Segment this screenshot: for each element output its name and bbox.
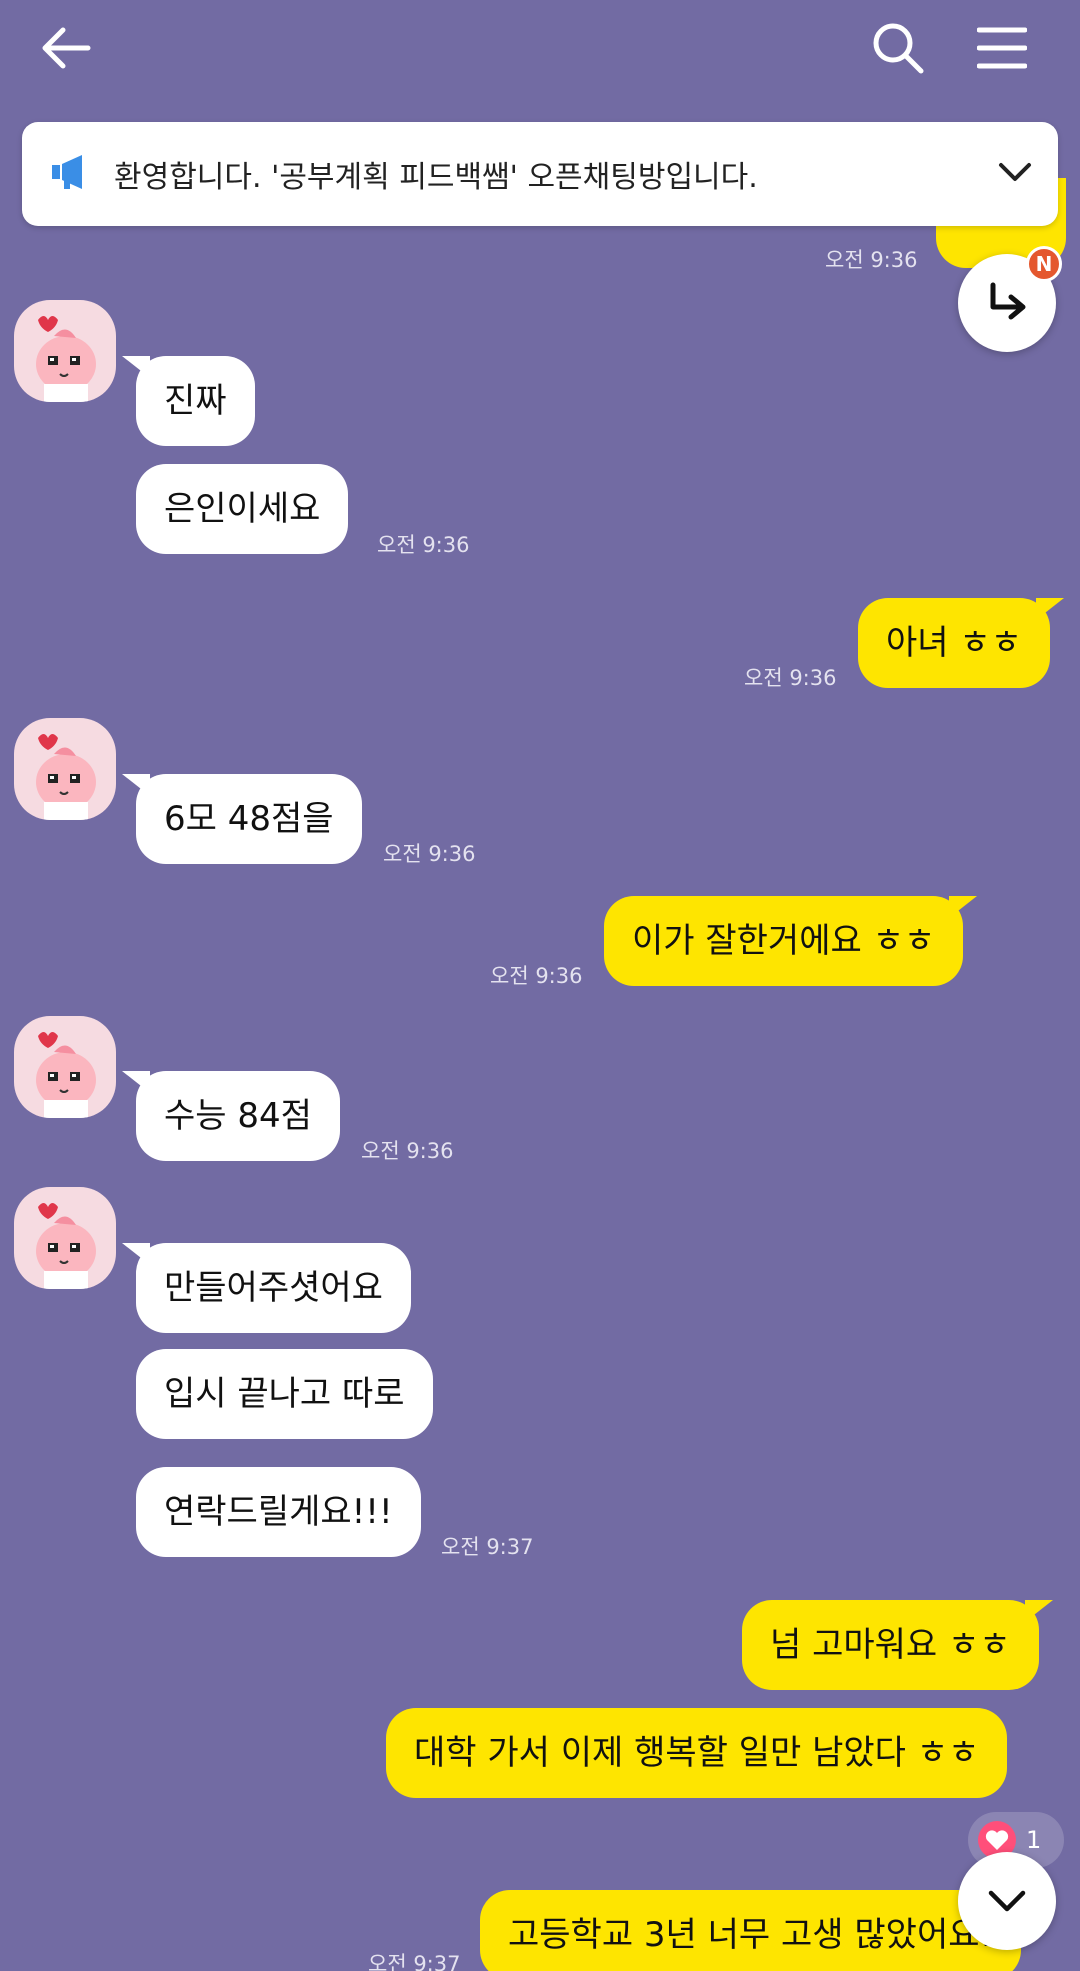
avatar[interactable] [14, 1016, 116, 1118]
message-bubble-in[interactable]: 수능 84점 [122, 1071, 340, 1161]
message-bubble-out[interactable]: 고등학교 3년 너무 고생 많았어요! [480, 1890, 1036, 1971]
message-text: 입시 끝나고 따로 [164, 1374, 405, 1414]
message-bubble-out[interactable]: 대학 가서 이제 행복할 일만 남았다 ㅎㅎ [386, 1708, 1008, 1798]
bubble-tail [122, 1071, 150, 1093]
message-time: 오전 9:36 [377, 533, 470, 557]
forward-button[interactable]: N [958, 246, 1062, 352]
message-time: 오전 9:37 [441, 1535, 534, 1559]
avatar[interactable] [14, 300, 116, 402]
search-icon[interactable] [868, 18, 928, 78]
bubble-tail [122, 774, 150, 796]
menu-icon[interactable] [972, 18, 1032, 78]
message-bubble-in[interactable]: 입시 끝나고 따로 [136, 1349, 433, 1439]
message-text: 6모 48점을 [164, 799, 334, 839]
message-bubble-out[interactable]: 아녀 ㅎㅎ [858, 598, 1064, 688]
avatar[interactable] [14, 1187, 116, 1289]
message-bubble-in[interactable]: 진짜 [122, 356, 255, 446]
message-text: 넘 고마워요 ㅎㅎ [770, 1625, 1011, 1665]
notice-text: 환영합니다. '공부계획 피드백쌤' 오픈채팅방입니다. [114, 160, 758, 195]
message-text: 대학 가서 이제 행복할 일만 남았다 ㅎㅎ [414, 1733, 980, 1773]
message-text: 이가 잘한거에요 ㅎㅎ [632, 921, 936, 961]
message-time: 오전 9:36 [383, 842, 476, 866]
message-text: 연락드릴게요!!! [164, 1492, 393, 1532]
top-bar [0, 0, 1080, 110]
notice-banner[interactable]: 환영합니다. '공부계획 피드백쌤' 오픈채팅방입니다. [22, 122, 1058, 226]
message-bubble-in[interactable]: 연락드릴게요!!! [136, 1467, 421, 1557]
message-time: 오전 9:37 [368, 1952, 461, 1971]
megaphone-icon [50, 153, 90, 195]
message-bubble-in[interactable]: 만들어주셧어요 [122, 1243, 411, 1333]
message-time: 오전 9:36 [744, 666, 837, 690]
bubble-tail [949, 896, 978, 918]
bubble-tail [122, 356, 150, 378]
message-text: 고등학교 3년 너무 고생 많았어요! [508, 1915, 994, 1955]
message-bubble-in[interactable]: 6모 48점을 [122, 774, 362, 864]
message-time: 오전 9:36 [825, 248, 918, 272]
message-bubble-in[interactable]: 은인이세요 [136, 464, 349, 554]
bubble-tail [1024, 1600, 1053, 1622]
forward-arrow-icon [990, 282, 1026, 320]
message-bubble-out[interactable]: 이가 잘한거에요 ㅎㅎ [604, 896, 978, 986]
scroll-down-button[interactable] [958, 1852, 1056, 1950]
message-time: 오전 9:36 [361, 1139, 454, 1163]
message-time: 오전 9:36 [490, 964, 583, 988]
message-text: 만들어주셧어요 [164, 1268, 383, 1308]
message-text: 은인이세요 [164, 489, 321, 529]
bubble-tail [122, 1243, 150, 1265]
chevron-down-icon[interactable] [998, 161, 1032, 187]
message-text: 수능 84점 [164, 1096, 312, 1136]
message-bubble-out[interactable]: 넘 고마워요 ㅎㅎ [742, 1600, 1053, 1690]
back-arrow-icon[interactable] [38, 20, 94, 76]
new-badge: N [1026, 246, 1062, 282]
reaction-count: 1 [1026, 1826, 1042, 1854]
bubble-tail [1035, 598, 1064, 620]
message-text: 진짜 [164, 381, 227, 421]
message-text: 아녀 ㅎㅎ [886, 623, 1022, 663]
avatar[interactable] [14, 718, 116, 820]
chevron-down-icon [988, 1890, 1026, 1912]
